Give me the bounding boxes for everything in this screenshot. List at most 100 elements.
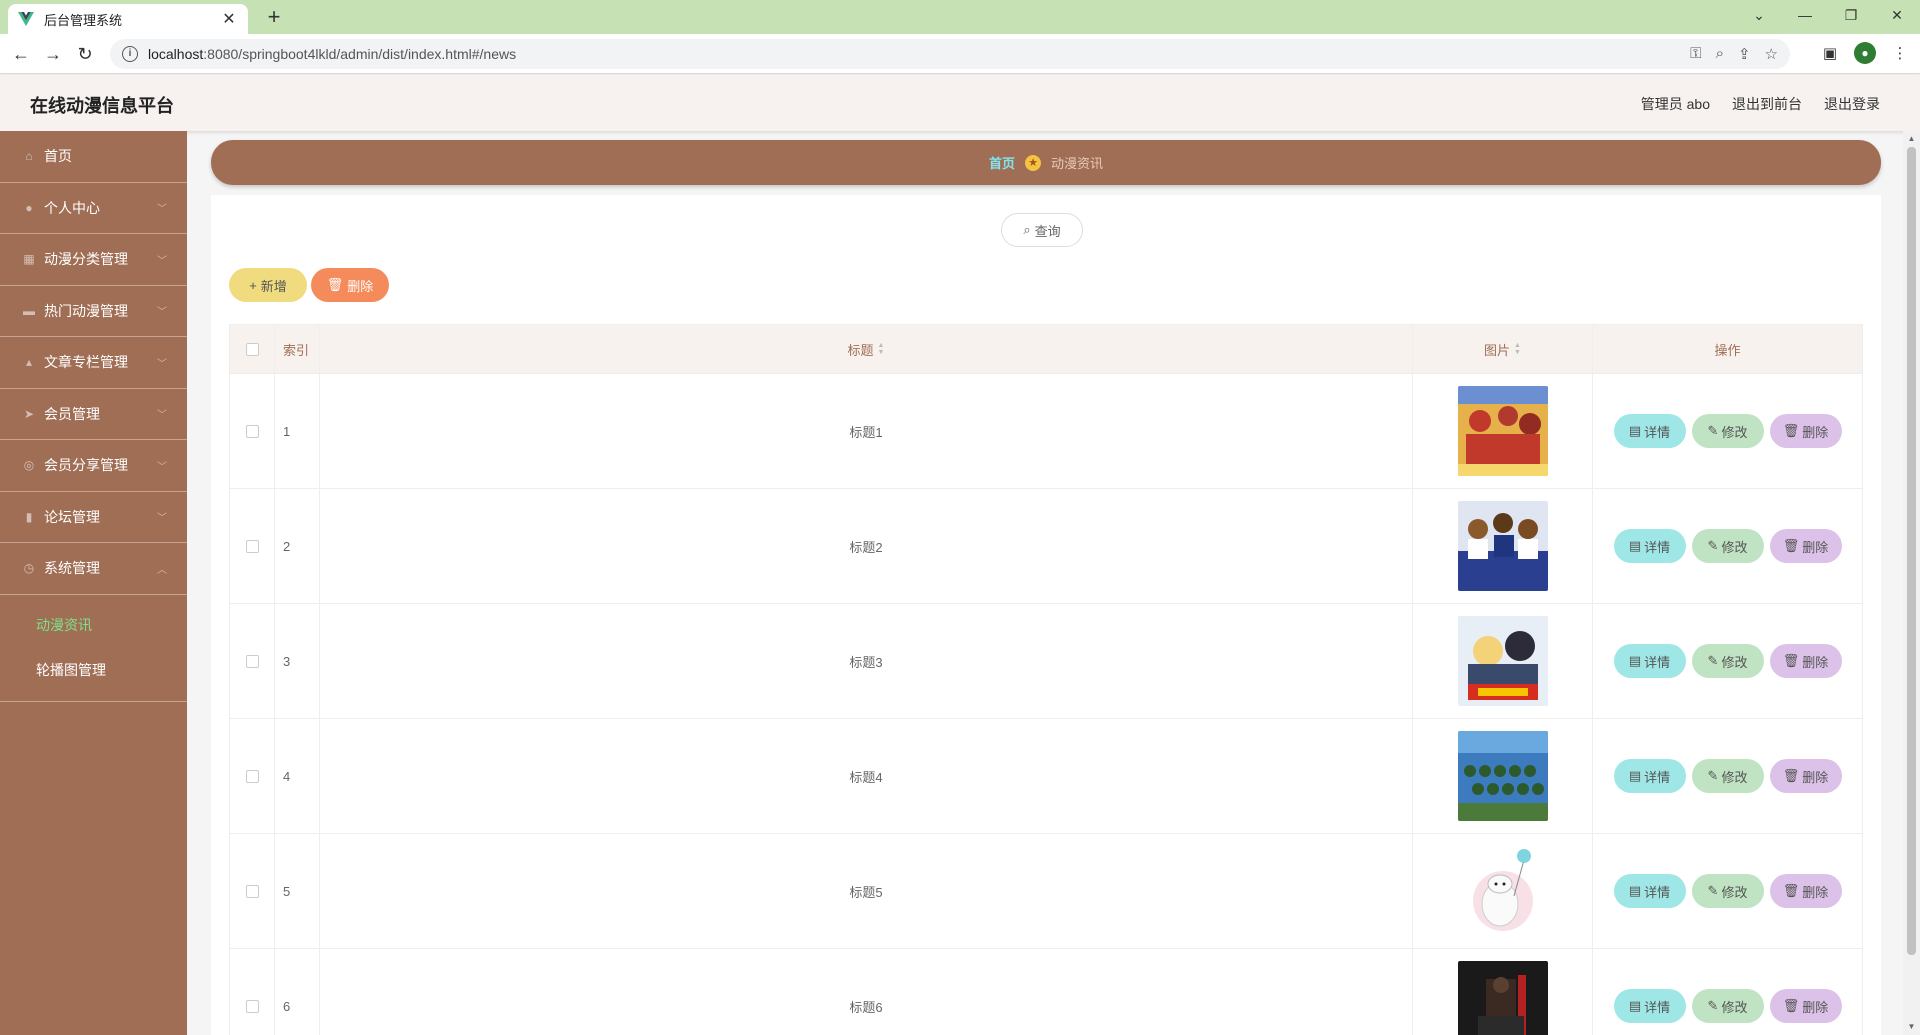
detail-button[interactable]: ▤ 详情 [1613, 529, 1686, 563]
search-button[interactable]: ⌕ 查询 [1001, 213, 1083, 247]
bookmark-star-icon[interactable]: ☆ [1765, 45, 1778, 63]
info-icon[interactable]: i [122, 46, 138, 62]
edit-button[interactable]: ✎ 修改 [1691, 759, 1764, 793]
sidebar-item-home[interactable]: ⌂ 首页 [0, 131, 187, 183]
row-checkbox[interactable] [245, 539, 259, 553]
detail-button[interactable]: ▤ 详情 [1613, 874, 1686, 908]
row-index: 3 [283, 653, 291, 669]
detail-button[interactable]: ▤ 详情 [1613, 759, 1686, 793]
restore-button[interactable]: ❐ [1828, 0, 1874, 30]
edit-button[interactable]: ✎ 修改 [1691, 414, 1764, 448]
sidebar-item-hot-anime[interactable]: ▬ 热门动漫管理 ﹀ [0, 286, 187, 337]
detail-button[interactable]: ▤ 详情 [1613, 414, 1686, 448]
key-icon[interactable]: ⚿ [1690, 45, 1701, 63]
logout-link[interactable]: 退出登录 [1824, 94, 1880, 114]
row-thumbnail-image[interactable] [1457, 501, 1548, 591]
sidebar-subitem-anime-news[interactable]: 动漫资讯 [0, 603, 187, 648]
sidebar-item-label: 个人中心 [44, 199, 100, 216]
url-path: :8080/springboot4lkld/admin/dist/index.h… [203, 46, 517, 62]
delete-label: 删除 [1802, 424, 1829, 440]
trash-icon: 🗑 [1782, 538, 1800, 553]
trash-icon: 🗑 [1782, 883, 1800, 898]
zoom-icon[interactable]: ⌕ [1716, 45, 1724, 63]
row-index: 1 [283, 423, 291, 439]
delete-label: 删除 [1802, 654, 1829, 670]
row-delete-button[interactable]: 🗑 删除 [1769, 414, 1842, 448]
row-delete-button[interactable]: 🗑 删除 [1769, 759, 1842, 793]
row-checkbox[interactable] [245, 654, 259, 668]
chevron-down-icon: ﹀ [157, 307, 167, 319]
edit-button[interactable]: ✎ 修改 [1691, 644, 1764, 678]
sidebar-item-articles[interactable]: ▴ 文章专栏管理 ﹀ [0, 337, 187, 389]
scrollbar-thumb[interactable] [1907, 147, 1916, 955]
header-title-sortable[interactable]: 标题 ▲ ▼ [320, 325, 1413, 373]
sidebar-item-member-share[interactable]: ◎ 会员分享管理 ﹀ [0, 440, 187, 492]
edit-button[interactable]: ✎ 修改 [1691, 989, 1764, 1023]
scroll-up-arrow-icon[interactable]: ▲ [1903, 131, 1920, 147]
sort-caret-icon[interactable]: ▲ ▼ [878, 342, 885, 356]
sidebar-subitem-carousel[interactable]: 轮播图管理 [0, 648, 187, 693]
edit-label: 修改 [1721, 884, 1748, 900]
breadcrumb-home[interactable]: 首页 [989, 153, 1015, 172]
row-delete-button[interactable]: 🗑 删除 [1769, 644, 1842, 678]
row-title: 标题6 [849, 999, 883, 1015]
to-front-link[interactable]: 退出到前台 [1732, 94, 1802, 114]
edit-label: 修改 [1721, 539, 1748, 555]
row-thumbnail-image[interactable] [1457, 386, 1548, 476]
forward-arrow-icon[interactable]: → [40, 42, 66, 66]
select-all-checkbox[interactable] [245, 342, 259, 356]
row-thumbnail-image[interactable] [1457, 616, 1548, 706]
close-tab-icon[interactable]: ✕ [220, 9, 238, 29]
sidebar-item-system[interactable]: ◷ 系统管理 ︿ [0, 543, 187, 595]
tab-search-icon[interactable]: ⌄ [1736, 0, 1782, 30]
admin-user-label: 管理员 abo [1640, 96, 1710, 112]
sidebar-item-label: 热门动漫管理 [44, 302, 128, 319]
header-image-sortable[interactable]: 图片 ▲ ▼ [1413, 325, 1593, 373]
close-window-button[interactable]: ✕ [1874, 0, 1920, 30]
sidepanel-icon[interactable]: ▣ [1820, 44, 1840, 62]
url-field[interactable]: i localhost:8080/springboot4lkld/admin/d… [110, 39, 1790, 69]
detail-button[interactable]: ▤ 详情 [1613, 989, 1686, 1023]
batch-delete-button[interactable]: 🗑 删除 [311, 268, 389, 302]
trash-icon: 🗑 [1782, 653, 1800, 668]
new-tab-button[interactable]: + [260, 4, 288, 30]
row-delete-button[interactable]: 🗑 删除 [1769, 529, 1842, 563]
row-thumbnail-image[interactable] [1457, 961, 1548, 1035]
page-scrollbar[interactable]: ▲ ▼ [1903, 131, 1920, 1035]
add-button[interactable]: + 新增 [229, 268, 307, 302]
row-title: 标题3 [849, 654, 883, 670]
share-icon[interactable]: ⇪ [1738, 45, 1751, 63]
row-checkbox[interactable] [245, 424, 259, 438]
back-arrow-icon[interactable]: ← [8, 42, 34, 66]
menu-kebab-icon[interactable]: ⋮ [1890, 44, 1910, 62]
document-icon: ▤ [1628, 768, 1642, 783]
header-title: 标题 [847, 342, 874, 358]
sidebar-item-category[interactable]: ▦ 动漫分类管理 ﹀ [0, 234, 187, 286]
scroll-down-arrow-icon[interactable]: ▼ [1903, 1019, 1920, 1035]
detail-button[interactable]: ▤ 详情 [1613, 644, 1686, 678]
pencil-icon: ✎ [1707, 538, 1719, 553]
sidebar-item-label: 系统管理 [44, 560, 100, 577]
row-delete-button[interactable]: 🗑 删除 [1769, 874, 1842, 908]
row-thumbnail-image[interactable] [1457, 846, 1548, 936]
row-checkbox[interactable] [245, 999, 259, 1013]
browser-tab[interactable]: 后台管理系统 ✕ [8, 4, 248, 34]
sort-caret-icon[interactable]: ▲ ▼ [1514, 342, 1521, 356]
row-delete-button[interactable]: 🗑 删除 [1769, 989, 1842, 1023]
reload-icon[interactable]: ↻ [72, 42, 98, 66]
sidebar-item-forum[interactable]: ▮ 论坛管理 ﹀ [0, 492, 187, 543]
search-icon: ⌕ [1023, 222, 1031, 237]
row-title: 标题2 [849, 539, 883, 555]
edit-button[interactable]: ✎ 修改 [1691, 874, 1764, 908]
row-checkbox[interactable] [245, 769, 259, 783]
profile-avatar-icon[interactable]: ● [1854, 42, 1876, 64]
sidebar-item-personal[interactable]: ● 个人中心 ﹀ [0, 183, 187, 234]
home-icon: ⌂ [25, 149, 33, 164]
edit-button[interactable]: ✎ 修改 [1691, 529, 1764, 563]
edit-label: 修改 [1721, 999, 1748, 1015]
row-thumbnail-image[interactable] [1457, 731, 1548, 821]
minimize-button[interactable]: — [1782, 0, 1828, 30]
row-checkbox[interactable] [245, 884, 259, 898]
trash-icon: 🗑 [326, 277, 344, 292]
sidebar-item-members[interactable]: ➤ 会员管理 ﹀ [0, 389, 187, 440]
